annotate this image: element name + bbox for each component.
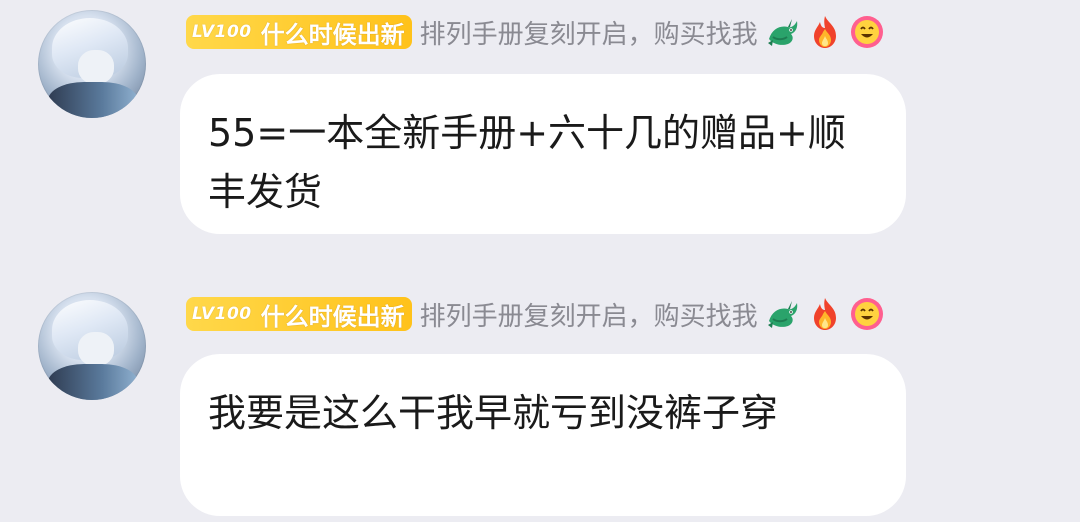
chat-message: LV100 什么时候出新 排列手册复刻开启，购买找我 — [0, 282, 1080, 522]
badge-title: 什么时候出新 — [260, 302, 405, 331]
dragon-icon — [764, 295, 802, 333]
badge-title: 什么时候出新 — [260, 20, 405, 49]
badge-level: LV100 — [192, 304, 252, 324]
message-header: LV100 什么时候出新 排列手册复刻开启，购买找我 — [186, 12, 886, 52]
smile-icon — [848, 13, 886, 51]
fire-icon — [806, 13, 844, 51]
badge-level: LV100 — [192, 22, 252, 42]
avatar[interactable] — [38, 292, 146, 400]
message-bubble[interactable]: 我要是这么干我早就亏到没裤子穿 — [180, 354, 906, 516]
message-header: LV100 什么时候出新 排列手册复刻开启，购买找我 — [186, 294, 886, 334]
dragon-icon — [764, 13, 802, 51]
sender-nickname[interactable]: 排列手册复刻开启，购买找我 — [420, 14, 758, 51]
level-badge[interactable]: LV100 什么时候出新 — [186, 15, 412, 49]
nickname-emojis — [764, 13, 886, 51]
avatar[interactable] — [38, 10, 146, 118]
avatar-coat — [48, 82, 138, 118]
fire-icon — [806, 295, 844, 333]
sender-nickname[interactable]: 排列手册复刻开启，购买找我 — [420, 296, 758, 333]
smile-icon — [848, 295, 886, 333]
chat-message: LV100 什么时候出新 排列手册复刻开启，购买找我 — [0, 0, 1080, 255]
avatar-face — [78, 50, 114, 84]
level-badge[interactable]: LV100 什么时候出新 — [186, 297, 412, 331]
avatar-coat — [48, 364, 138, 400]
avatar-face — [78, 332, 114, 366]
message-bubble[interactable]: 55=一本全新手册+六十几的赠品+顺丰发货 — [180, 74, 906, 234]
nickname-emojis — [764, 295, 886, 333]
